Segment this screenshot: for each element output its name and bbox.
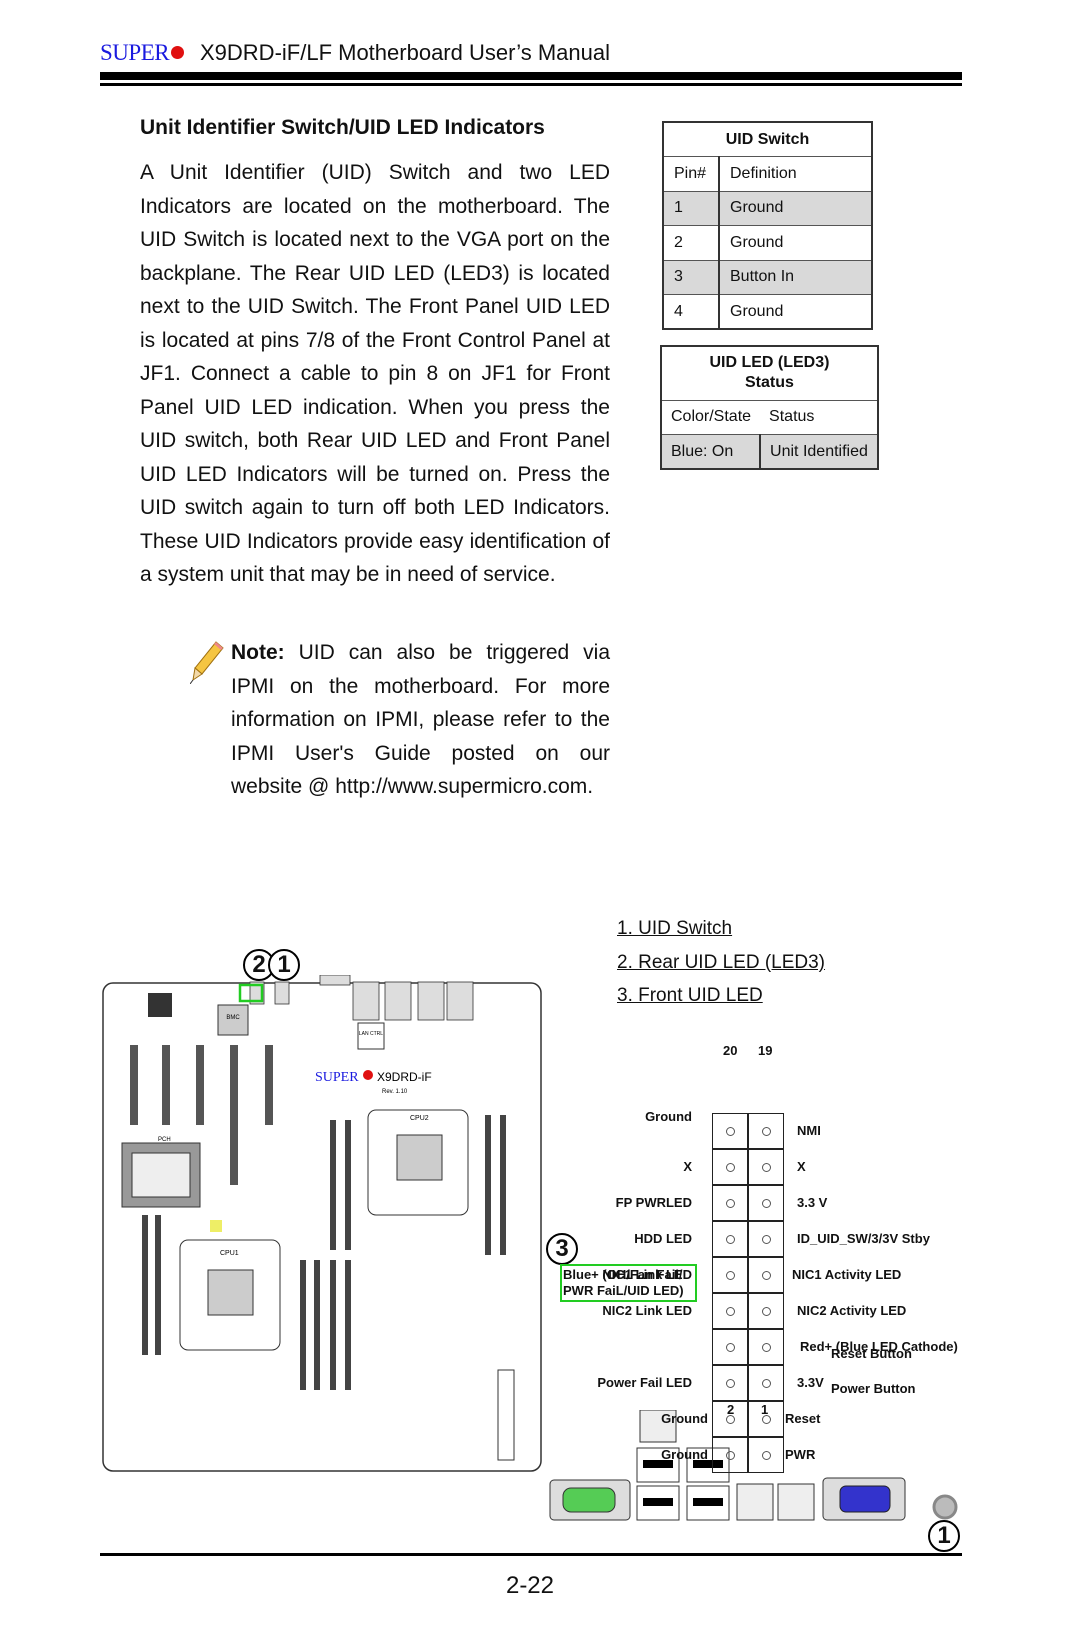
board-logo: SUPER (315, 1070, 359, 1085)
table-title: UID LED (LED3) Status (709, 354, 830, 392)
header-pin (748, 1149, 784, 1185)
motherboard-diagram: BMC LAN CTRL PCH SUPER X9DRD-iF Rev. 1.1… (102, 975, 542, 1472)
power-button-label: Power Button (831, 1381, 916, 1396)
board-model: X9DRD-iF (377, 1070, 432, 1084)
header-pin (748, 1293, 784, 1329)
header-pin (712, 1401, 748, 1437)
pin-label-right: 3.3V (797, 1375, 824, 1390)
pin-label-right: Red+ (Blue LED Cathode) (800, 1339, 958, 1354)
column-header: Status (760, 399, 878, 435)
section-heading: Unit Identifier Switch/UID LED Indicator… (140, 116, 545, 139)
header-pin (712, 1329, 748, 1365)
header-pin (748, 1329, 784, 1365)
pin-label-right: 3.3 V (797, 1195, 828, 1210)
uid-switch-table: UID Switch Pin# Definition 1 Ground 2 Groun… (662, 121, 873, 330)
header-pin (712, 1185, 748, 1221)
pin-number: 19 (758, 1043, 773, 1058)
header-pin (748, 1257, 784, 1293)
pin-label-left: Blue+ (OH/Fan Fail/ PWR FaiL/UID LED) (563, 1267, 684, 1298)
header-pin (748, 1437, 784, 1473)
footer-rule (100, 1553, 962, 1556)
cpu1-label: CPU1 (220, 1250, 239, 1257)
uid-led-table: UID LED (LED3) Status Color/State Status B… (660, 345, 879, 470)
pin-label-right: Reset (785, 1411, 821, 1426)
table-row: 4 Ground (663, 294, 872, 329)
pin-label-left: Power Fail LED (597, 1375, 692, 1390)
header-pin (712, 1293, 748, 1329)
document-title: X9DRD-iF/LF Motherboard User’s Manual (200, 40, 610, 65)
legend-item-rear-uid-led: 2. Rear UID LED (LED3) (617, 952, 826, 973)
column-header: Color/State (661, 399, 761, 435)
header-pin (748, 1185, 784, 1221)
header-rule-thin (100, 83, 962, 86)
cpu2-label: CPU2 (410, 1115, 429, 1122)
pin-label-left: Ground (661, 1447, 708, 1462)
pencil-icon (190, 641, 224, 684)
lan-label: LAN CTRL (359, 1031, 383, 1037)
pin-label-left: HDD LED (634, 1231, 692, 1246)
callout-1: 1 (268, 949, 300, 981)
pin-label-right: X (797, 1159, 806, 1174)
pin-number: 20 (723, 1043, 738, 1058)
header-pin (712, 1221, 748, 1257)
pin-label-right: NMI (797, 1123, 821, 1138)
board-rev: Rev. 1.10 (382, 1089, 408, 1095)
pin-label-left: FP PWRLED (615, 1195, 692, 1210)
callout-3: 3 (546, 1233, 578, 1265)
table-title: UID Switch (663, 121, 872, 157)
body-paragraph: A Unit Identifier (UID) Switch and two L… (140, 161, 610, 586)
table-row: 2 Ground (663, 225, 872, 260)
bmc-label: BMC (226, 1015, 240, 1021)
pin-label-left: X (683, 1159, 692, 1174)
header-pin (712, 1437, 748, 1473)
legend-item-front-uid-led: 3. Front UID LED (617, 985, 763, 1006)
header-pin (748, 1113, 784, 1149)
pin-label-right: PWR (785, 1447, 816, 1462)
page-number: 2-22 (505, 1572, 555, 1599)
pin-label-left: NIC2 Link LED (602, 1303, 692, 1318)
header-pin (712, 1113, 748, 1149)
header-pin (748, 1365, 784, 1401)
header-rule (100, 72, 962, 80)
table-row: Blue: On Unit Identified (661, 434, 878, 469)
callout-1-back: 1 (928, 1520, 960, 1552)
note-text: Note: UID can also be triggered via IPMI… (231, 641, 610, 798)
pin-label-right: NIC1 Activity LED (792, 1267, 902, 1282)
pin-label-left: Ground (645, 1109, 692, 1124)
pin-label-right: NIC2 Activity LED (797, 1303, 907, 1318)
header-pin (748, 1221, 784, 1257)
header-pin (748, 1401, 784, 1437)
header-pin (712, 1257, 748, 1293)
pin-label-right: ID_UID_SW/3/3V Stby (797, 1231, 930, 1246)
column-header: Pin# (663, 156, 720, 191)
column-header: Definition (719, 156, 872, 191)
pin-label-left: Ground (661, 1411, 708, 1426)
header-pin (712, 1149, 748, 1185)
pch-label: PCH (158, 1137, 171, 1143)
table-row: 1 Ground (663, 190, 872, 226)
uid-switch-button (932, 1494, 958, 1520)
table-row: 3 Button In (663, 259, 872, 295)
header-pin (712, 1365, 748, 1401)
supermicro-logo: SUPER (100, 40, 185, 66)
legend-item-uid-switch: 1. UID Switch (617, 918, 733, 939)
